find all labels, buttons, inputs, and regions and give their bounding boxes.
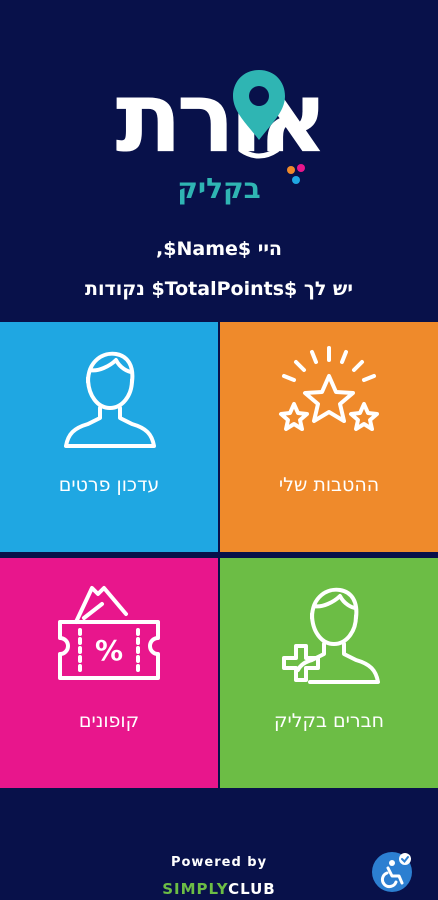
update-details-tile[interactable]: עדכון פרטים	[0, 322, 218, 552]
app-logo: אורת בקליק	[0, 60, 438, 210]
brand-part2: CLUB	[228, 880, 276, 898]
coupon-icon: %	[58, 586, 160, 680]
accessibility-button[interactable]	[372, 852, 412, 892]
user-icon	[64, 351, 156, 448]
greeting-points: יש לך $TotalPoints$ נקודות	[85, 278, 353, 300]
svg-text:%: %	[95, 634, 123, 667]
logo-title: אורת	[115, 61, 329, 175]
add-user-icon	[282, 587, 380, 684]
update-details-label: עדכון פרטים	[58, 474, 160, 496]
friends-label: חברים בקליק	[273, 710, 384, 732]
my-benefits-label: ההטבות שלי	[278, 474, 380, 496]
coupons-label: קופונים	[78, 710, 140, 732]
coupons-tile[interactable]: % קופונים	[0, 558, 218, 788]
accessibility-icon	[380, 853, 411, 889]
logo-subtitle: בקליק	[177, 172, 261, 205]
my-benefits-tile[interactable]: ההטבות שלי	[220, 322, 438, 552]
location-pin-icon	[233, 70, 285, 159]
friends-tile[interactable]: חברים בקליק	[220, 558, 438, 788]
brand-part1: SIMPLY	[162, 880, 229, 898]
greeting-name: היי $Name$,	[156, 238, 282, 260]
stars-icon	[279, 346, 379, 431]
